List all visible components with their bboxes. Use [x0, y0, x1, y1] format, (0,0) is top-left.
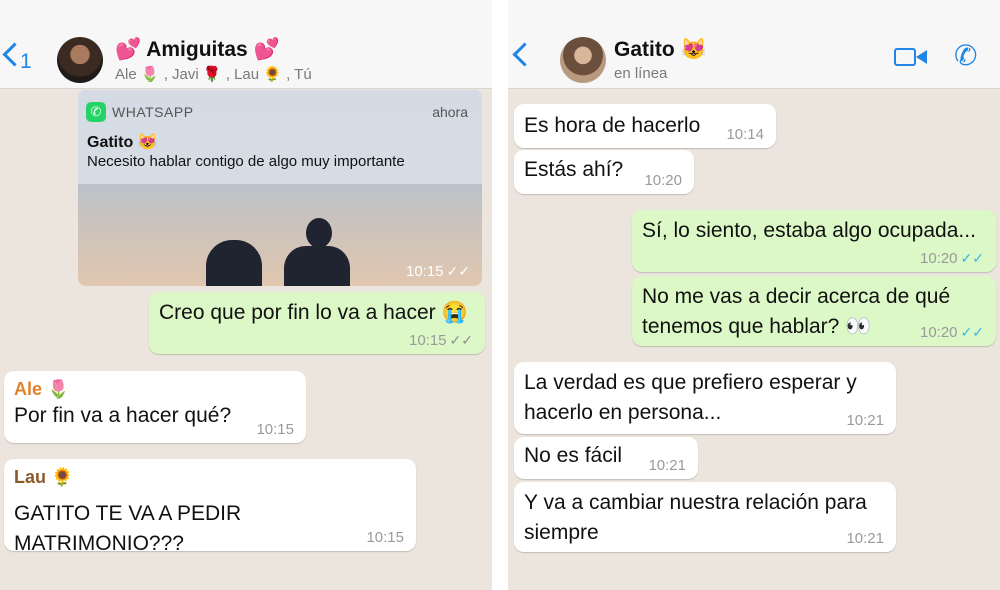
message-time: 10:21	[846, 530, 884, 547]
notification-app-name: WHATSAPP	[112, 104, 194, 120]
message-time: 10:20 ✓✓	[919, 324, 984, 341]
person-silhouette	[284, 246, 350, 286]
message-time: 10:21	[846, 412, 884, 429]
online-status: en línea	[614, 65, 668, 82]
notification-screenshot-image[interactable]: ✆ WHATSAPP ahora Gatito 😻 Necesito habla…	[78, 90, 482, 286]
incoming-message[interactable]: No es fácil 10:21	[514, 437, 698, 479]
message-text: Estás ahí?	[524, 158, 624, 181]
chat-header: 1 💕 Amiguitas 💕 Ale 🌷 , Javi 🌹 , Lau 🌻 ,…	[0, 0, 492, 89]
group-avatar[interactable]	[57, 37, 103, 83]
notification-card: ✆ WHATSAPP ahora Gatito 😻 Necesito habla…	[78, 90, 482, 184]
chat-title[interactable]: 💕 Amiguitas 💕	[115, 38, 280, 62]
double-check-icon: ✓✓	[446, 263, 470, 279]
outgoing-message[interactable]: Sí, lo siento, estaba algo ocupada... 10…	[632, 210, 996, 272]
contact-avatar[interactable]	[560, 37, 606, 83]
back-chevron-icon[interactable]	[512, 42, 537, 67]
double-check-icon: ✓✓	[960, 250, 984, 266]
double-check-icon: ✓✓	[960, 324, 984, 340]
outgoing-message[interactable]: No me vas a decir acerca de qué tenemos …	[632, 276, 996, 346]
message-text: Sí, lo siento, estaba algo ocupada...	[642, 219, 976, 242]
person-silhouette	[306, 218, 332, 248]
message-time: 10:15	[256, 421, 294, 438]
message-text: GATITO TE VA A PEDIR MATRIMONIO???	[14, 502, 242, 555]
incoming-message[interactable]: Ale 🌷 Por fin va a hacer qué? 10:15	[4, 371, 306, 443]
message-text: La verdad es que prefiero esperar y	[524, 371, 857, 394]
message-text: No me vas a decir acerca de qué	[642, 285, 951, 308]
sender-name: Lau 🌻	[14, 467, 74, 487]
message-time: 10:15 ✓✓	[405, 263, 470, 280]
notification-sender: Gatito 😻	[87, 134, 158, 151]
notification-time: ahora	[432, 104, 468, 120]
outgoing-message[interactable]: Creo que por fin lo va a hacer 😭 10:15 ✓✓	[149, 292, 485, 354]
incoming-message[interactable]: Lau 🌻 GATITO TE VA A PEDIR MATRIMONIO???…	[4, 459, 416, 555]
chat-header: Gatito 😻 en línea ✆	[508, 0, 1000, 89]
group-members: Ale 🌷 , Javi 🌹 , Lau 🌻 , Tú	[115, 66, 312, 83]
double-check-icon: ✓✓	[449, 332, 473, 348]
notification-text: Necesito hablar contigo de algo muy impo…	[87, 153, 405, 170]
private-chat-panel: Gatito 😻 en línea ✆ Es hora de hacerlo 1…	[508, 0, 1000, 590]
message-text: Creo que por fin lo va a hacer 😭	[159, 301, 468, 324]
message-text: No es fácil	[524, 444, 623, 467]
message-time: 10:15 ✓✓	[408, 332, 473, 349]
unread-count[interactable]: 1	[20, 50, 32, 74]
message-time: 10:14	[726, 126, 764, 143]
message-time: 10:20 ✓✓	[919, 250, 984, 267]
panel-divider	[492, 0, 508, 590]
group-chat-panel: 1 💕 Amiguitas 💕 Ale 🌷 , Javi 🌹 , Lau 🌻 ,…	[0, 0, 492, 590]
incoming-message[interactable]: Es hora de hacerlo 10:14	[514, 104, 776, 148]
phone-icon[interactable]: ✆	[954, 42, 977, 70]
video-call-lens	[916, 50, 927, 64]
chat-title[interactable]: Gatito 😻	[614, 38, 707, 62]
video-call-icon[interactable]	[894, 48, 916, 66]
message-text: hacerlo en persona...	[524, 401, 722, 424]
message-time: 10:15	[366, 529, 404, 546]
message-time: 10:21	[648, 457, 686, 474]
incoming-message[interactable]: Y va a cambiar nuestra relación para sie…	[514, 482, 896, 552]
message-time: 10:20	[644, 172, 682, 189]
message-text: Y va a cambiar nuestra relación para	[524, 491, 867, 514]
message-text: siempre	[524, 521, 599, 544]
message-text: Es hora de hacerlo	[524, 114, 701, 137]
incoming-message[interactable]: La verdad es que prefiero esperar y hace…	[514, 362, 896, 434]
person-silhouette	[206, 240, 262, 286]
message-text: Por fin va a hacer qué?	[14, 404, 232, 427]
sender-name: Ale 🌷	[14, 379, 70, 399]
incoming-message[interactable]: Estás ahí? 10:20	[514, 150, 694, 194]
whatsapp-icon: ✆	[86, 102, 106, 122]
